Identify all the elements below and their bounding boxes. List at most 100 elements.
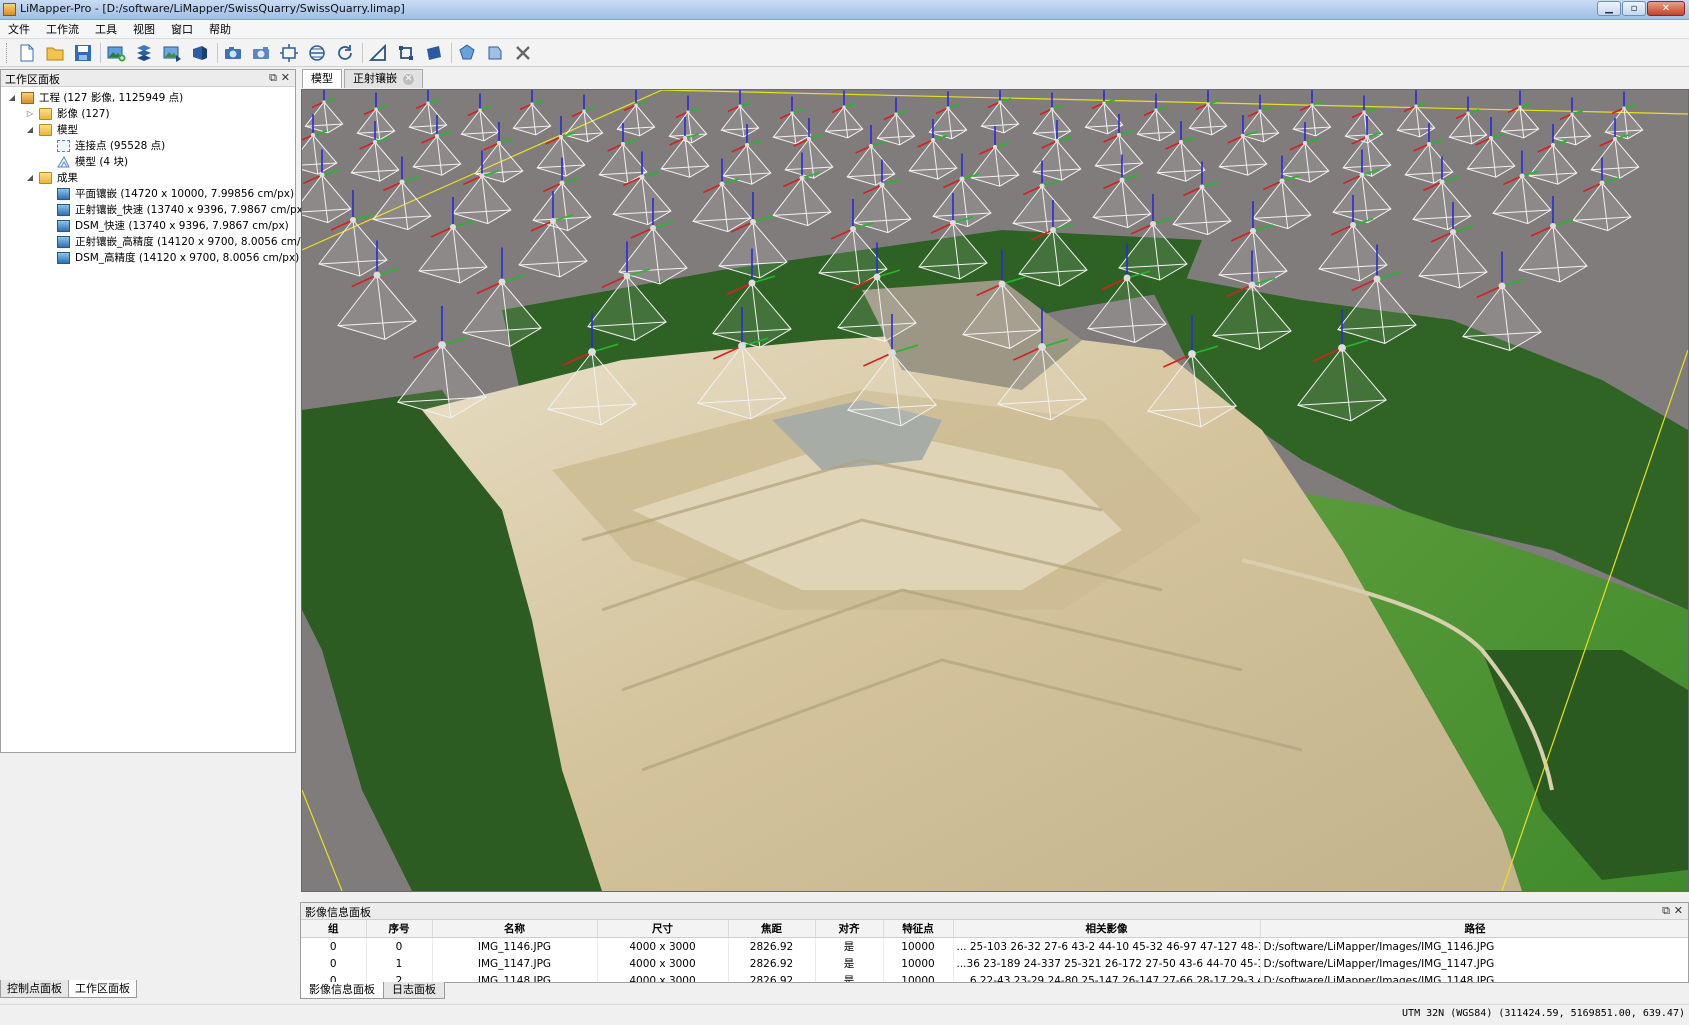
maximize-button[interactable]: ▫ xyxy=(1622,1,1646,16)
camera-frustum[interactable] xyxy=(1500,90,1540,139)
camera-frustum[interactable] xyxy=(1604,91,1644,140)
menu-file[interactable]: 文件 xyxy=(0,21,38,37)
camera-capture-icon[interactable] xyxy=(222,42,244,64)
column-header[interactable]: 焦距 xyxy=(728,920,816,938)
fit-view-icon[interactable] xyxy=(278,42,300,64)
tree-item[interactable]: DSM_快速 (13740 x 9396, 7.9867 cm/px) xyxy=(1,218,295,234)
close-window-button[interactable]: ✕ xyxy=(1647,1,1685,16)
table-row[interactable]: 0 0 IMG_1146.JPG 4000 x 3000 2826.92 是 10000..… xyxy=(301,937,1688,955)
draw-polygon-icon[interactable] xyxy=(456,42,478,64)
camera-frustum[interactable] xyxy=(824,90,864,139)
tree-item[interactable]: 正射镶嵌_快速 (13740 x 9396, 7.9867 cm/px) xyxy=(1,202,307,218)
close-panel-icon[interactable]: ✕ xyxy=(281,71,290,84)
camera-center xyxy=(1248,281,1256,289)
close-tab-icon[interactable]: ✕ xyxy=(403,73,414,85)
build-mesh-icon[interactable] xyxy=(161,42,183,64)
column-header[interactable]: 特征点 xyxy=(883,920,954,938)
camera-axis xyxy=(427,98,440,104)
tree-item[interactable]: 正射镶嵌_高精度 (14120 x 9700, 8.0056 cm/px) xyxy=(1,234,317,250)
menu-window[interactable]: 窗口 xyxy=(163,21,201,37)
camera-frustum[interactable] xyxy=(1084,90,1124,135)
tab-model[interactable]: 模型 xyxy=(302,69,342,88)
3d-model-viewport[interactable] xyxy=(301,89,1689,892)
save-icon[interactable] xyxy=(72,42,94,64)
minimize-button[interactable]: ▁ xyxy=(1597,1,1621,16)
tree-item[interactable]: ◢ 工程 (127 影像, 1125949 点) xyxy=(1,90,295,106)
tree-item[interactable]: ◢ 成果 xyxy=(1,170,295,186)
tree-expander-icon[interactable]: ◢ xyxy=(7,90,17,106)
menu-help[interactable]: 帮助 xyxy=(201,21,239,37)
table-cell: D:/software/LiMapper/Images/IMG_1147.JPG xyxy=(1260,955,1688,972)
open-folder-icon[interactable] xyxy=(44,42,66,64)
float-panel-icon[interactable]: ⧉ xyxy=(1662,904,1670,918)
tree-expander-icon[interactable]: ▷ xyxy=(25,106,35,122)
close-panel-icon[interactable]: ✕ xyxy=(1674,904,1683,917)
camera-frustum[interactable] xyxy=(1136,93,1176,142)
column-header[interactable]: 对齐 xyxy=(815,920,884,938)
camera-frustum[interactable] xyxy=(304,90,344,134)
tree-item[interactable]: 连接点 (95528 点) xyxy=(1,138,295,154)
camera-frustum[interactable] xyxy=(408,90,448,135)
camera-frustum[interactable] xyxy=(928,91,968,140)
toolbar-grip[interactable] xyxy=(6,42,10,63)
camera-frustum[interactable] xyxy=(460,93,500,142)
tab-ortho-mosaic[interactable]: 正射镶嵌 ✕ xyxy=(344,69,423,88)
menu-view[interactable]: 视图 xyxy=(125,21,163,37)
delete-icon[interactable] xyxy=(512,42,534,64)
tree-item[interactable]: 平面镶嵌 (14720 x 10000, 7.99856 cm/px) xyxy=(1,186,295,202)
camera-frustum[interactable] xyxy=(1342,116,1392,177)
image-icon xyxy=(57,236,70,248)
camera-frustum[interactable] xyxy=(1344,95,1384,144)
camera-frustum[interactable] xyxy=(970,126,1020,187)
tree-expander-icon[interactable]: ◢ xyxy=(25,122,35,138)
camera-frustum[interactable] xyxy=(1448,96,1488,145)
tree-item[interactable]: 模型 (4 块) xyxy=(1,154,295,170)
camera-frustum[interactable] xyxy=(1552,97,1592,146)
menu-workflow[interactable]: 工作流 xyxy=(38,21,87,37)
camera-settings-icon[interactable] xyxy=(250,42,272,64)
measure-triangle-icon[interactable] xyxy=(367,42,389,64)
tab-control-points-panel[interactable]: 控制点面板 xyxy=(0,980,69,998)
tab-image-info-panel[interactable]: 影像信息面板 xyxy=(300,982,384,999)
camera-frustum[interactable] xyxy=(1188,90,1228,136)
camera-frustum[interactable] xyxy=(772,96,812,145)
tree-item[interactable]: DSM_高精度 (14120 x 9700, 8.0056 cm/px) xyxy=(1,250,299,266)
camera-frustum[interactable] xyxy=(356,92,396,141)
camera-frustum[interactable] xyxy=(720,90,760,138)
column-header[interactable]: 尺寸 xyxy=(597,920,729,938)
table-row[interactable]: 0 1 IMG_1147.JPG 4000 x 3000 2826.92 是 10000..… xyxy=(301,955,1688,972)
tab-log-panel[interactable]: 日志面板 xyxy=(383,982,445,999)
zoom-extent-icon[interactable] xyxy=(306,42,328,64)
column-header[interactable]: 名称 xyxy=(432,920,598,938)
column-header[interactable]: 序号 xyxy=(366,920,433,938)
tree-item[interactable]: ▷ 影像 (127) xyxy=(1,106,295,122)
tab-workspace-panel[interactable]: 工作区面板 xyxy=(68,980,137,998)
menu-tools[interactable]: 工具 xyxy=(87,21,125,37)
add-image-icon[interactable] xyxy=(105,42,127,64)
camera-pyramid xyxy=(1292,104,1332,137)
camera-frustum[interactable] xyxy=(1292,90,1332,137)
camera-center xyxy=(426,101,430,105)
tree-expander-icon[interactable]: ◢ xyxy=(25,170,35,186)
column-header[interactable]: 相关影像 xyxy=(953,920,1261,938)
camera-frustum[interactable] xyxy=(512,90,552,136)
scene-svg[interactable] xyxy=(302,90,1688,891)
camera-frustum[interactable] xyxy=(668,95,708,144)
camera-frustum[interactable] xyxy=(876,97,916,146)
dem-layer-icon[interactable] xyxy=(423,42,445,64)
column-header[interactable]: 路径 xyxy=(1260,920,1688,938)
new-file-icon[interactable] xyxy=(16,42,38,64)
camera-frustum[interactable] xyxy=(980,90,1020,134)
table-row[interactable]: 0 2 IMG_1148.JPG 4000 x 3000 2826.92 是 10000..… xyxy=(301,972,1688,982)
camera-axis xyxy=(479,105,492,111)
rotate-view-icon[interactable] xyxy=(334,42,356,64)
crop-region-icon[interactable] xyxy=(395,42,417,64)
align-images-icon[interactable] xyxy=(133,42,155,64)
tree-item[interactable]: ◢ 模型 xyxy=(1,122,295,138)
texture-model-icon[interactable] xyxy=(189,42,211,64)
column-header[interactable]: 组 xyxy=(301,920,367,938)
edit-polygon-icon[interactable] xyxy=(484,42,506,64)
camera-frustum[interactable] xyxy=(660,117,710,178)
float-panel-icon[interactable]: ⧉ xyxy=(269,71,277,85)
camera-center xyxy=(558,134,564,140)
